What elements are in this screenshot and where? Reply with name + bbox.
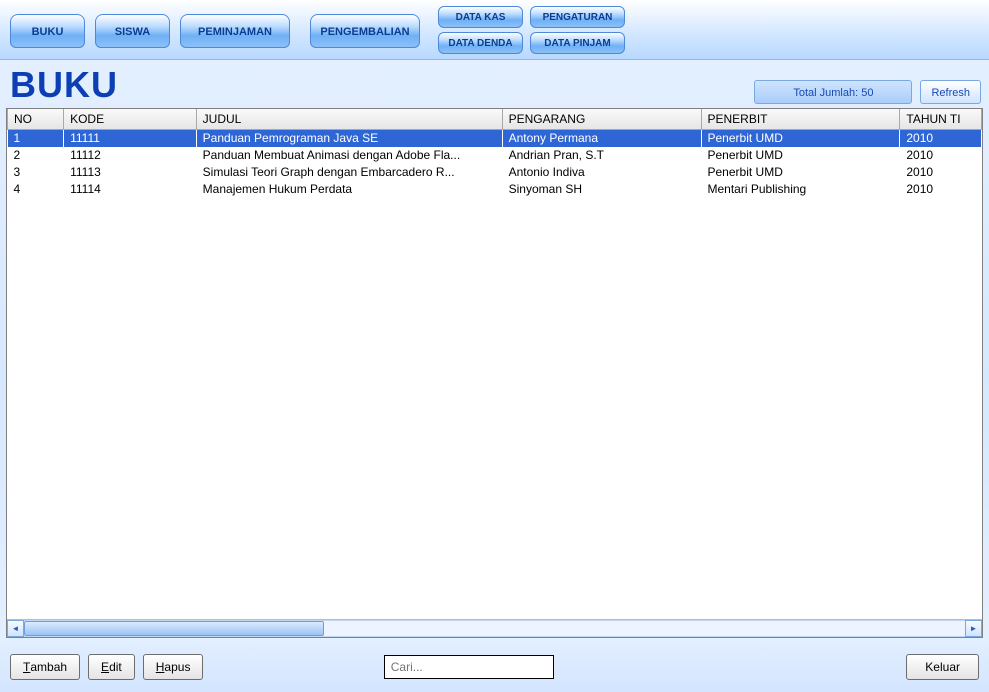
page-title: BUKU <box>10 64 118 106</box>
table-row[interactable]: 211112Panduan Membuat Animasi dengan Ado… <box>8 147 982 164</box>
cell-kode: 11114 <box>64 181 197 198</box>
cell-tahun: 2010 <box>900 130 982 147</box>
tab-siswa[interactable]: SISWA <box>95 14 170 48</box>
main-menu: BUKU SISWA PEMINJAMAN PENGEMBALIAN DATA … <box>0 0 989 60</box>
edit-button[interactable]: Edit <box>88 654 135 680</box>
cell-no: 1 <box>8 130 64 147</box>
scroll-thumb[interactable] <box>24 621 324 636</box>
btn-text: dit <box>109 660 122 674</box>
cell-penerbit: Mentari Publishing <box>701 181 900 198</box>
scroll-left-icon[interactable]: ◄ <box>7 620 24 637</box>
cell-no: 2 <box>8 147 64 164</box>
table-row[interactable]: 311113Simulasi Teori Graph dengan Embarc… <box>8 164 982 181</box>
btn-text: apus <box>164 660 190 674</box>
grid-body[interactable]: NO KODE JUDUL PENGARANG PENERBIT TAHUN T… <box>7 109 982 619</box>
cell-kode: 11111 <box>64 130 197 147</box>
tab-datadenda[interactable]: DATA DENDA <box>438 32 523 54</box>
tab-pengaturan[interactable]: PENGATURAN <box>530 6 625 28</box>
cell-tahun: 2010 <box>900 181 982 198</box>
col-judul[interactable]: JUDUL <box>196 109 502 130</box>
scroll-track[interactable] <box>24 620 965 637</box>
mnemonic: T <box>23 660 30 674</box>
cell-pengarang: Andrian Pran, S.T <box>502 147 701 164</box>
tab-buku[interactable]: BUKU <box>10 14 85 48</box>
cell-pengarang: Sinyoman SH <box>502 181 701 198</box>
tab-pengembalian[interactable]: PENGEMBALIAN <box>310 14 420 48</box>
tab-datapinjam[interactable]: DATA PINJAM <box>530 32 625 54</box>
tab-peminjaman[interactable]: PEMINJAMAN <box>180 14 290 48</box>
col-pengarang[interactable]: PENGARANG <box>502 109 701 130</box>
tab-datakas[interactable]: DATA KAS <box>438 6 523 28</box>
col-penerbit[interactable]: PENERBIT <box>701 109 900 130</box>
cell-pengarang: Antonio Indiva <box>502 164 701 181</box>
cell-judul: Simulasi Teori Graph dengan Embarcadero … <box>196 164 502 181</box>
cell-tahun: 2010 <box>900 164 982 181</box>
total-count-badge: Total Jumlah: 50 <box>754 80 912 104</box>
table-header-row: NO KODE JUDUL PENGARANG PENERBIT TAHUN T… <box>8 109 982 130</box>
cell-judul: Manajemen Hukum Perdata <box>196 181 502 198</box>
title-row: BUKU Total Jumlah: 50 Refresh <box>0 60 989 108</box>
cell-kode: 11113 <box>64 164 197 181</box>
btn-text: ambah <box>30 660 67 674</box>
refresh-button[interactable]: Refresh <box>920 80 981 104</box>
app-window: BUKU SISWA PEMINJAMAN PENGEMBALIAN DATA … <box>0 0 989 692</box>
table-row[interactable]: 411114Manajemen Hukum PerdataSinyoman SH… <box>8 181 982 198</box>
tambah-button[interactable]: Tambah <box>10 654 80 680</box>
cell-penerbit: Penerbit UMD <box>701 164 900 181</box>
cell-tahun: 2010 <box>900 147 982 164</box>
footer-bar: Tambah Edit Hapus Keluar <box>0 642 989 692</box>
table-row[interactable]: 111111Panduan Pemrograman Java SEAntony … <box>8 130 982 147</box>
col-kode[interactable]: KODE <box>64 109 197 130</box>
cell-judul: Panduan Pemrograman Java SE <box>196 130 502 147</box>
col-tahun[interactable]: TAHUN TI <box>900 109 982 130</box>
mnemonic: H <box>156 660 165 674</box>
cell-penerbit: Penerbit UMD <box>701 130 900 147</box>
cell-no: 4 <box>8 181 64 198</box>
hapus-button[interactable]: Hapus <box>143 654 204 680</box>
keluar-button[interactable]: Keluar <box>906 654 979 680</box>
search-input[interactable] <box>384 655 554 679</box>
data-grid: NO KODE JUDUL PENGARANG PENERBIT TAHUN T… <box>6 108 983 638</box>
cell-no: 3 <box>8 164 64 181</box>
mnemonic: E <box>101 660 109 674</box>
cell-penerbit: Penerbit UMD <box>701 147 900 164</box>
cell-judul: Panduan Membuat Animasi dengan Adobe Fla… <box>196 147 502 164</box>
col-no[interactable]: NO <box>8 109 64 130</box>
cell-kode: 11112 <box>64 147 197 164</box>
cell-pengarang: Antony Permana <box>502 130 701 147</box>
scroll-right-icon[interactable]: ► <box>965 620 982 637</box>
hscrollbar[interactable]: ◄ ► <box>7 619 982 637</box>
